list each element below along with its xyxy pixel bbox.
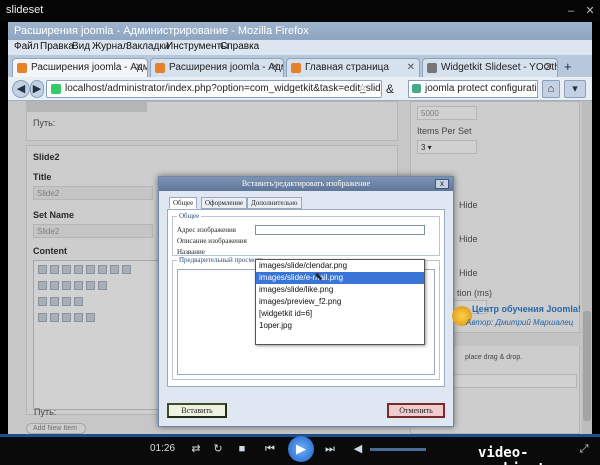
play-button[interactable]: ▶ xyxy=(288,436,314,462)
dialog-title: Вставить/редактировать изображение xyxy=(159,177,453,191)
name-label: Название xyxy=(177,248,205,256)
browser-window: Расширения joomla - Администрирование - … xyxy=(8,22,592,434)
forward-arrow-icon[interactable]: ▶ xyxy=(30,80,44,98)
window-title: Расширения joomla - Администрирование - … xyxy=(14,25,309,37)
dropdown-option[interactable]: images/preview_f2.png xyxy=(256,296,424,308)
window-title-bar: Расширения joomla - Администрирование - … xyxy=(8,22,592,40)
menu-view[interactable]: Вид xyxy=(72,41,90,52)
home-icon[interactable]: ⌂ xyxy=(542,80,560,98)
menu-bar: Файл Правка Вид Журнал Закладки Инструме… xyxy=(8,40,592,55)
general-legend: Общее xyxy=(177,212,202,220)
tab-bar: Расширения joomla - Админис... ✕ Расшире… xyxy=(8,55,592,77)
repeat-icon[interactable]: ↻ xyxy=(210,441,226,457)
new-tab-button[interactable]: + xyxy=(564,59,572,74)
menu-tools[interactable]: Инструменты xyxy=(166,41,228,52)
tab-appearance[interactable]: Оформление xyxy=(201,197,248,209)
search-engine-icon xyxy=(412,84,421,93)
tab-label: Widgetkit Slideset - YOOtheme xyxy=(441,62,557,73)
tab-close-icon[interactable]: ✕ xyxy=(407,62,415,73)
close-icon[interactable]: ✕ xyxy=(583,4,597,18)
tab-label: Расширения joomla - Админис... xyxy=(31,62,147,73)
image-dialog: Вставить/редактировать изображение x Общ… xyxy=(158,176,454,427)
image-url-input[interactable] xyxy=(255,225,425,235)
school-watermark: Центр обучения Joomla! Автор: Дмитрий Ма… xyxy=(452,304,582,332)
joomla-favicon-icon xyxy=(155,63,165,73)
site-brand: video-uroki.at.ua xyxy=(478,445,571,465)
joomla-favicon-icon xyxy=(291,63,301,73)
search-text: joomla protect configurati xyxy=(425,83,537,94)
url-input[interactable]: localhost/administrator/index.php?option… xyxy=(46,80,382,98)
menu-bookmarks[interactable]: Закладки xyxy=(126,41,169,52)
volume-icon[interactable]: ◀ xyxy=(350,441,366,457)
dropdown-option[interactable]: 1oper.jpg xyxy=(256,320,424,332)
minimize-icon[interactable]: – xyxy=(564,4,578,18)
dropdown-option[interactable]: [widgetkit id=6] xyxy=(256,308,424,320)
back-arrow-icon[interactable]: ◀ xyxy=(12,80,30,98)
general-fieldset: Общее Адрес изображения Описание изображ… xyxy=(172,212,440,256)
watermark-line-2: Автор: Дмитрий Маршалец xyxy=(466,318,574,327)
image-desc-label: Описание изображения xyxy=(177,237,247,245)
tab-label: Расширения joomla - Админис... xyxy=(169,62,283,73)
cancel-button[interactable]: Отменить xyxy=(387,403,445,418)
tab-extensions-2[interactable]: Расширения joomla - Админис... ✕ xyxy=(150,58,284,77)
dropdown-option[interactable]: images/slide/like.png xyxy=(256,284,424,296)
tab-close-icon[interactable]: ✕ xyxy=(545,62,553,73)
player-title-bar: slideset – ✕ xyxy=(0,0,600,22)
joomla-favicon-icon xyxy=(17,63,27,73)
tab-extensions-1[interactable]: Расширения joomla - Админис... ✕ xyxy=(12,58,148,77)
menu-help[interactable]: Справка xyxy=(220,41,259,52)
bookmark-star-icon[interactable]: ☆ xyxy=(358,83,367,94)
dialog-close-button[interactable]: x xyxy=(435,179,449,189)
player-title: slideset xyxy=(6,4,44,16)
url-text: localhost/administrator/index.php?option… xyxy=(65,83,382,94)
menu-file[interactable]: Файл xyxy=(14,41,39,52)
tab-general[interactable]: Общее xyxy=(169,197,198,209)
preview-legend: Предварительный просмотр xyxy=(177,256,266,264)
tab-close-icon[interactable]: ✕ xyxy=(271,62,279,73)
dropdown-option-selected[interactable]: images/slide/e-mail.png xyxy=(256,272,424,284)
navigation-bar: ◀ ▶ localhost/administrator/index.php?op… xyxy=(8,77,592,101)
volume-slider[interactable] xyxy=(370,448,426,451)
image-url-dropdown[interactable]: images/slide/clendar.png images/slide/e-… xyxy=(255,259,425,345)
time-display: 01:26 xyxy=(150,443,176,454)
search-input[interactable]: joomla protect configurati xyxy=(408,80,538,98)
dropdown-option[interactable]: images/slide/clendar.png xyxy=(256,260,424,272)
previous-icon[interactable]: ⏮ xyxy=(262,441,278,457)
tab-home[interactable]: Главная страница ✕ xyxy=(286,58,420,77)
shuffle-icon[interactable]: ⇄ xyxy=(188,441,204,457)
dialog-body: Общее Адрес изображения Описание изображ… xyxy=(167,209,445,387)
tab-label: Главная страница xyxy=(305,62,389,73)
menu-edit[interactable]: Правка xyxy=(40,41,74,52)
watermark-line-1: Центр обучения Joomla! xyxy=(472,304,581,314)
insert-button[interactable]: Вставить xyxy=(167,403,227,418)
mouse-cursor-icon: ⬉ xyxy=(314,271,324,283)
site-favicon-icon xyxy=(51,84,61,94)
yootheme-favicon-icon xyxy=(427,63,437,73)
next-icon[interactable]: ⏭ xyxy=(322,441,338,457)
menu-history[interactable]: Журнал xyxy=(92,41,129,52)
image-url-label: Адрес изображения xyxy=(177,226,236,234)
tab-advanced[interactable]: Дополнительно xyxy=(247,197,302,209)
addons-icon[interactable]: ▾ xyxy=(564,80,586,98)
tab-yootheme[interactable]: Widgetkit Slideset - YOOtheme ✕ xyxy=(422,58,558,77)
link-icon[interactable]: & xyxy=(386,82,394,96)
tab-close-icon[interactable]: ✕ xyxy=(135,62,143,73)
page-content: Путь: Slide2 Title Slide2 Set Name Slide… xyxy=(8,101,592,434)
stop-icon[interactable]: ■ xyxy=(234,441,250,457)
